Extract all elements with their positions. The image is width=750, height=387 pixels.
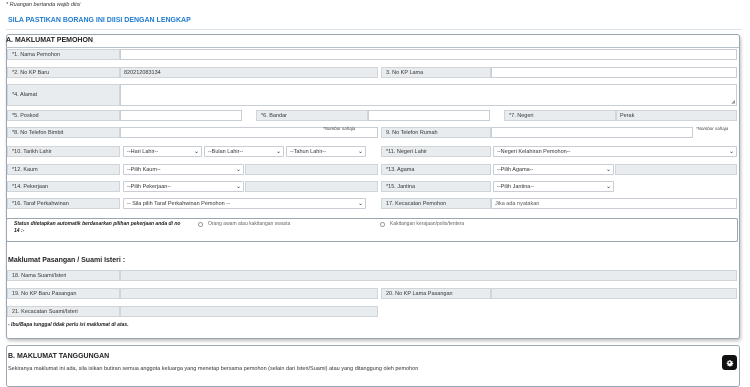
jantina-select[interactable]: --Pilih Jantina-- ⌄	[493, 181, 614, 192]
jantina-label: *15. Jantina	[381, 181, 491, 192]
agama-select[interactable]: --Pilih Agama-- ⌄	[493, 164, 614, 175]
agama-other-input	[615, 164, 737, 175]
pekerjaan-select[interactable]: --Pilih Pekerjaan-- ⌄	[123, 181, 244, 192]
chevron-down-icon: ⌄	[605, 184, 611, 190]
radio-circle-icon	[198, 221, 203, 227]
hari-lahir-select[interactable]: --Hari Lahir-- ⌄	[123, 146, 202, 157]
nama-suami-isteri-label: 18. Nama Suami/Isteri	[7, 270, 120, 281]
nama-suami-isteri-input[interactable]	[120, 270, 737, 281]
telefon-rumah-hint: *Nombor sahaja	[696, 126, 729, 131]
chevron-down-icon: ⌄	[275, 149, 281, 155]
no-kp-lama-pasangan-input[interactable]	[491, 288, 737, 299]
alamat-label: *4. Alamat	[7, 84, 120, 106]
chevron-down-icon: ⌄	[605, 167, 611, 173]
negeri-lahir-label: *11. Negeri Lahir	[381, 146, 491, 157]
chevron-down-icon: ⌄	[193, 149, 199, 155]
kecacatan-suami-isteri-label: 21. Kecacatan Suami/Isteri	[7, 306, 120, 317]
status-label: Status ditetapkan automatik berdasarkan …	[14, 221, 181, 234]
telefon-rumah-input[interactable]	[491, 127, 693, 138]
kecacatan-suami-isteri-input[interactable]	[120, 306, 378, 317]
no-kp-baru-pasangan-input[interactable]	[120, 288, 378, 299]
section-b-description: Sekiranya maklumat ini ada, sila isikan …	[8, 366, 419, 372]
radio-circle-icon	[380, 221, 385, 227]
poskod-input[interactable]	[120, 110, 242, 121]
settings-button[interactable]	[722, 355, 737, 370]
page-title: SILA PASTIKAN BORANG INI DIISI DENGAN LE…	[8, 17, 191, 24]
pekerjaan-label: *14. Pekerjaan	[7, 181, 120, 192]
chevron-down-icon: ⌄	[728, 149, 734, 155]
kecacatan-pemohon-label: 17. Kecacatan Pemohon	[381, 198, 491, 209]
taraf-perkahwinan-label: *16. Taraf Perkahwinan	[7, 198, 120, 209]
alamat-textarea[interactable]: ◢	[120, 84, 737, 106]
pekerjaan-other-input	[245, 181, 378, 192]
no-kp-baru-pasangan-label: 19. No KP Baru Pasangan	[7, 288, 120, 299]
radio-kakitangan-kerajaan[interactable]: Kakitangan kerajaan/polis/tentera	[380, 221, 464, 227]
no-kp-lama-label: 3. No KP Lama	[381, 67, 491, 78]
gear-icon	[726, 359, 734, 367]
section-a-divider	[6, 47, 739, 48]
kecacatan-pemohon-input[interactable]: Jika ada nyatakan	[491, 198, 737, 209]
no-kp-baru-label: *2. No KP Baru	[7, 67, 120, 78]
chevron-down-icon: ⌄	[357, 149, 363, 155]
bulan-lahir-select[interactable]: --Bulan Lahir-- ⌄	[204, 146, 284, 157]
bandar-label: *6. Bandar	[256, 110, 368, 121]
no-kp-baru-input[interactable]: 820212083134	[120, 67, 378, 78]
no-kp-lama-input[interactable]	[491, 67, 737, 78]
chevron-down-icon: ⌄	[235, 167, 241, 173]
negeri-input[interactable]: Perak	[616, 110, 737, 121]
pasangan-footnote: - Ibu/Bapa tunggal tidak perlu isi maklu…	[8, 322, 129, 328]
poskod-label: *5. Poskod	[7, 110, 120, 121]
negeri-lahir-select[interactable]: --Negeri Kelahiran Pemohon-- ⌄	[493, 146, 737, 157]
pasangan-title: Maklumat Pasangan / Suami Isteri :	[8, 257, 126, 264]
taraf-perkahwinan-select[interactable]: -- Sila pilih Taraf Perkahwinan Pemohon …	[123, 198, 366, 209]
bandar-input[interactable]	[368, 110, 490, 121]
agama-label: *13. Agama	[381, 164, 491, 175]
kaum-select[interactable]: --Pilih Kaum-- ⌄	[123, 164, 244, 175]
telefon-bimbit-hint: *Nombor sahaja	[323, 126, 356, 131]
section-b-title: B. MAKLUMAT TANGGUNGAN	[8, 353, 110, 360]
negeri-label: *7. Negeri	[504, 110, 616, 121]
radio-orang-awam[interactable]: Orang awam atau kakitangan swasta	[198, 221, 290, 227]
section-a-title: A. MAKLUMAT PEMOHON	[6, 37, 93, 44]
telefon-rumah-label: 9. No Telefon Rumah	[381, 127, 491, 138]
tarikh-lahir-label: *10. Tarikh Lahir	[7, 146, 120, 157]
resize-handle-icon[interactable]: ◢	[731, 99, 735, 105]
required-note: * Ruangan bertanda wajib diisi	[6, 2, 81, 8]
kaum-other-input	[245, 164, 378, 175]
nama-pemohon-label: *1. Nama Pemohon	[7, 49, 120, 60]
chevron-down-icon: ⌄	[357, 201, 363, 207]
chevron-down-icon: ⌄	[235, 184, 241, 190]
tahun-lahir-select[interactable]: --Tahun Lahir-- ⌄	[286, 146, 366, 157]
title-divider	[6, 29, 742, 30]
telefon-bimbit-label: *8. No Telefon Bimbit	[7, 127, 120, 138]
no-kp-lama-pasangan-label: 20. No KP Lama Pasangan	[381, 288, 491, 299]
kaum-label: *12. Kaum	[7, 164, 120, 175]
nama-pemohon-input[interactable]	[120, 49, 737, 60]
